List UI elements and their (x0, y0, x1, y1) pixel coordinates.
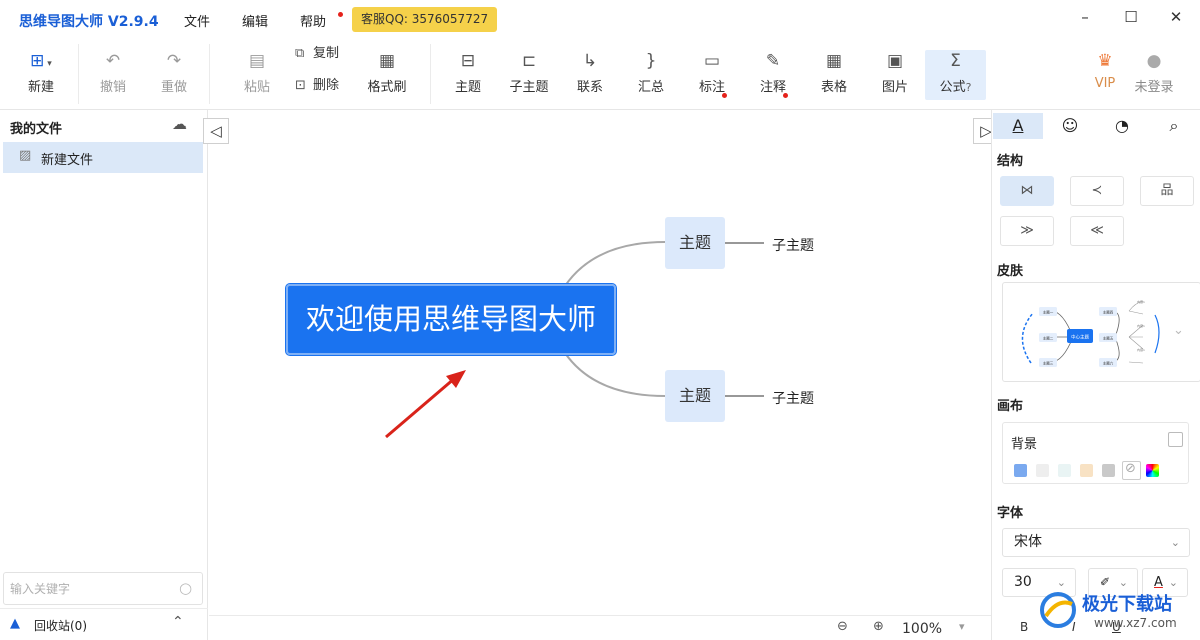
swatch-none[interactable]: ⊘ (1122, 461, 1141, 480)
root-topic[interactable]: 欢迎使用思维导图大师 (285, 283, 617, 356)
subtopic-node[interactable]: 子主题 (772, 388, 814, 408)
structure-mindmap[interactable]: ⋈ (1000, 176, 1054, 206)
annotation-arrow (385, 376, 456, 439)
structure-org[interactable]: 品 (1140, 176, 1194, 206)
swatch-color[interactable] (1080, 464, 1093, 477)
watermark-url: www.xz7.com (1094, 616, 1177, 630)
fishbone-left-icon: ≪ (1090, 223, 1104, 238)
pie-icon: ◔ (1115, 116, 1129, 135)
no-color-icon: ⊘ (1125, 461, 1136, 476)
status-bar: ⊖ ⊕ 100% ▾ (209, 615, 991, 640)
chevron-down-icon[interactable]: ▾ (959, 620, 965, 633)
subtopic-node[interactable]: 子主题 (772, 235, 814, 255)
font-heading: 字体 (997, 506, 1024, 521)
structure-heading: 结构 (997, 154, 1024, 169)
skin-preview[interactable]: 中心主题 主题一 主题二 主题三 主题四 主题五 主题六 内容1 内容1 内容1… (1002, 282, 1200, 382)
skin-leaf-label: 内容1 (1137, 323, 1145, 328)
structure-fishbone-right[interactable]: ≫ (1000, 216, 1054, 246)
swatch-color[interactable] (1058, 464, 1071, 477)
logic-structure-icon: ≺ (1091, 183, 1103, 198)
skin-topic-label: 主题五 (1103, 336, 1114, 341)
skin-topic-label: 主题三 (1043, 361, 1054, 366)
font-size-value: 30 (1014, 574, 1032, 590)
chevron-down-icon: ⌄ (1170, 536, 1180, 549)
skin-topic-label: 主题六 (1103, 361, 1114, 366)
skin-leaf-label: 内容1 (1137, 347, 1145, 352)
background-label: 背景 (1011, 437, 1038, 452)
swatch-color[interactable] (1014, 464, 1027, 477)
watermark-logo-icon (1040, 592, 1076, 628)
zoom-out-icon[interactable]: ⊖ (837, 619, 848, 634)
org-structure-icon: 品 (1160, 183, 1174, 198)
background-box: 背景 ⊘ (1002, 422, 1189, 484)
bold-button[interactable]: B (1020, 620, 1028, 634)
skin-center-topic: 中心主题 (1071, 334, 1089, 341)
skin-topic-label: 主题二 (1043, 336, 1054, 341)
structure-logic[interactable]: ≺ (1070, 176, 1124, 206)
topic-node[interactable]: 主题 (665, 370, 725, 422)
search-icon: ⌕ (1169, 116, 1179, 135)
topic-node[interactable]: 主题 (665, 217, 725, 269)
properties-panel: A ☺ ◔ ⌕ 结构 ⋈ ≺ 品 ≫ ≪ 皮肤 中心主题 主题一 主题二 主题三… (991, 110, 1200, 640)
font-family-select[interactable]: 宋体 ⌄ (1002, 528, 1190, 557)
watermark-name: 极光下载站 (1082, 594, 1172, 615)
skin-heading: 皮肤 (997, 264, 1024, 279)
watermark: 极光下载站 www.xz7.com (1038, 586, 1198, 636)
font-family-value: 宋体 (1014, 534, 1042, 550)
tab-search[interactable]: ⌕ (1149, 113, 1199, 139)
fishbone-right-icon: ≫ (1020, 223, 1034, 238)
tab-icons[interactable]: ☺ (1045, 113, 1095, 139)
skin-thumbnail: 中心主题 主题一 主题二 主题三 主题四 主题五 主题六 内容1 内容1 内容1 (1021, 299, 1160, 367)
chevron-down-icon[interactable]: ⌄ (1173, 323, 1184, 338)
color-picker-icon[interactable] (1146, 464, 1159, 477)
mindmap-structure-icon: ⋈ (1020, 183, 1034, 198)
zoom-level[interactable]: 100% (902, 621, 942, 637)
smiley-icon: ☺ (1061, 116, 1079, 135)
skin-topic-label: 主题一 (1043, 310, 1054, 315)
text-style-icon: A (1012, 116, 1024, 135)
skin-leaf-label: 内容1 (1137, 299, 1145, 304)
swatch-color[interactable] (1102, 464, 1115, 477)
canvas-heading: 画布 (997, 399, 1024, 414)
structure-fishbone-left[interactable]: ≪ (1070, 216, 1124, 246)
tab-style[interactable]: A (993, 113, 1043, 139)
swatch-color[interactable] (1036, 464, 1049, 477)
background-checkbox[interactable] (1168, 432, 1183, 447)
zoom-in-icon[interactable]: ⊕ (873, 619, 884, 634)
tab-outline[interactable]: ◔ (1097, 113, 1147, 139)
skin-topic-label: 主题四 (1103, 310, 1114, 315)
